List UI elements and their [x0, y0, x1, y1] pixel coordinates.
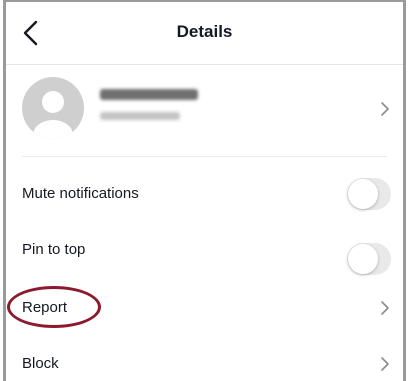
report-label: Report — [22, 299, 68, 316]
username-redacted: callality1959 — [100, 112, 180, 120]
pin-to-top-label: Pin to top — [22, 241, 86, 258]
mute-notifications-toggle[interactable] — [347, 178, 391, 210]
mute-notifications-label: Mute notifications — [22, 185, 139, 202]
mute-notifications-row[interactable]: Mute notifications — [6, 166, 403, 222]
block-label: Block — [22, 355, 59, 372]
section-divider — [22, 156, 387, 157]
chevron-right-icon — [381, 357, 389, 371]
report-row[interactable]: Report — [6, 280, 403, 336]
profile-row[interactable]: callality1959 callality1959 — [6, 65, 403, 156]
pin-to-top-row[interactable]: Pin to top — [6, 222, 403, 278]
block-row[interactable]: Block — [6, 336, 403, 381]
pin-to-top-toggle[interactable] — [347, 243, 391, 275]
toggle-knob — [348, 179, 378, 209]
chevron-right-icon — [381, 301, 389, 315]
header-bar: Details — [6, 2, 403, 65]
page-title: Details — [176, 22, 233, 41]
toggle-knob — [348, 244, 378, 274]
chevron-right-icon — [381, 102, 389, 116]
default-avatar-icon[interactable] — [22, 77, 84, 139]
details-screen: Details callality1959 callality1959 Mute… — [3, 0, 406, 381]
display-name-redacted: callality1959 — [100, 89, 198, 100]
